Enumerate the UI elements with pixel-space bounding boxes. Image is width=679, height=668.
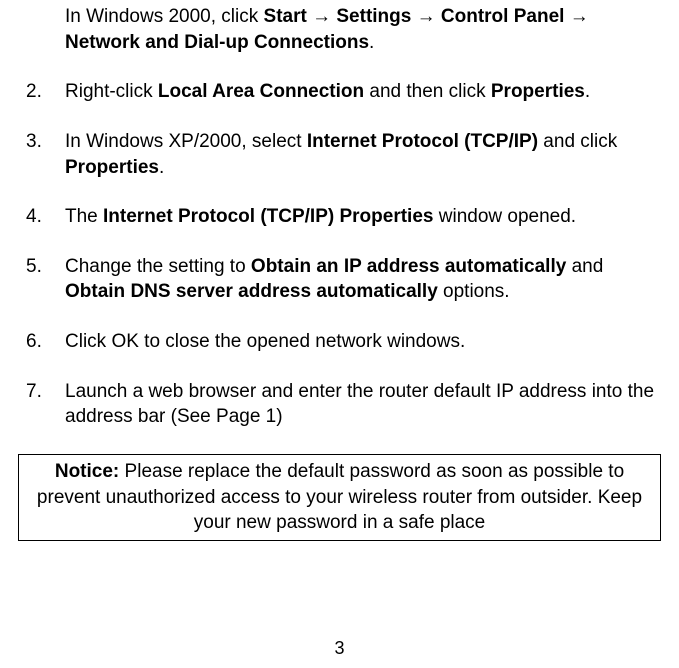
text: Click OK to close the opened network win…	[65, 331, 465, 352]
arrow-icon: →	[312, 6, 331, 27]
step-3: 3. In Windows XP/2000, select Internet P…	[18, 129, 661, 180]
bold-text: Properties	[491, 81, 585, 102]
list-number: 4.	[18, 204, 65, 230]
step-7: 7. Launch a web browser and enter the ro…	[18, 379, 661, 430]
list-number: 6.	[18, 329, 65, 355]
text: and then click	[364, 81, 491, 102]
text: window opened.	[433, 206, 576, 227]
bold-text: Properties	[65, 157, 159, 178]
text: and click	[538, 131, 617, 152]
bold-text: Obtain DNS server address automatically	[65, 281, 438, 302]
step-4: 4. The Internet Protocol (TCP/IP) Proper…	[18, 204, 661, 230]
list-body: Click OK to close the opened network win…	[65, 329, 661, 355]
step-1-continued: In Windows 2000, click Start → Settings …	[65, 4, 661, 55]
text: Right-click	[65, 81, 158, 102]
text: In Windows XP/2000, select	[65, 131, 307, 152]
list-body: In Windows XP/2000, select Internet Prot…	[65, 129, 661, 180]
bold-text: Start	[264, 6, 313, 27]
bold-text: Obtain an IP address automatically	[251, 256, 566, 277]
step-5: 5. Change the setting to Obtain an IP ad…	[18, 254, 661, 305]
text: and	[566, 256, 603, 277]
bold-text: Internet Protocol (TCP/IP)	[307, 131, 538, 152]
text: The	[65, 206, 103, 227]
list-body: Launch a web browser and enter the route…	[65, 379, 661, 430]
text: Change the setting to	[65, 256, 251, 277]
document-page: In Windows 2000, click Start → Settings …	[0, 0, 679, 668]
text: .	[585, 81, 590, 102]
list-number: 5.	[18, 254, 65, 305]
notice-text: Please replace the default password as s…	[37, 461, 642, 533]
step-6: 6. Click OK to close the opened network …	[18, 329, 661, 355]
list-number: 7.	[18, 379, 65, 430]
page-number: 3	[0, 636, 679, 660]
bold-text: Internet Protocol (TCP/IP) Properties	[103, 206, 433, 227]
text: Launch a web browser and enter the route…	[65, 381, 654, 428]
text: options.	[438, 281, 510, 302]
list-number: 3.	[18, 129, 65, 180]
arrow-icon: →	[570, 6, 589, 27]
text: .	[159, 157, 164, 178]
bold-text: Network and Dial-up Connections	[65, 32, 369, 53]
bold-text: Settings	[331, 6, 417, 27]
text: In Windows 2000, click	[65, 6, 264, 27]
notice-box: Notice: Please replace the default passw…	[18, 454, 661, 541]
text: .	[369, 32, 374, 53]
list-body: Right-click Local Area Connection and th…	[65, 79, 661, 105]
bold-text: Control Panel	[436, 6, 570, 27]
list-body: The Internet Protocol (TCP/IP) Propertie…	[65, 204, 661, 230]
bold-text: Local Area Connection	[158, 81, 364, 102]
step-2: 2. Right-click Local Area Connection and…	[18, 79, 661, 105]
list-body: Change the setting to Obtain an IP addre…	[65, 254, 661, 305]
list-number: 2.	[18, 79, 65, 105]
arrow-icon: →	[417, 6, 436, 27]
notice-label: Notice:	[55, 461, 119, 482]
